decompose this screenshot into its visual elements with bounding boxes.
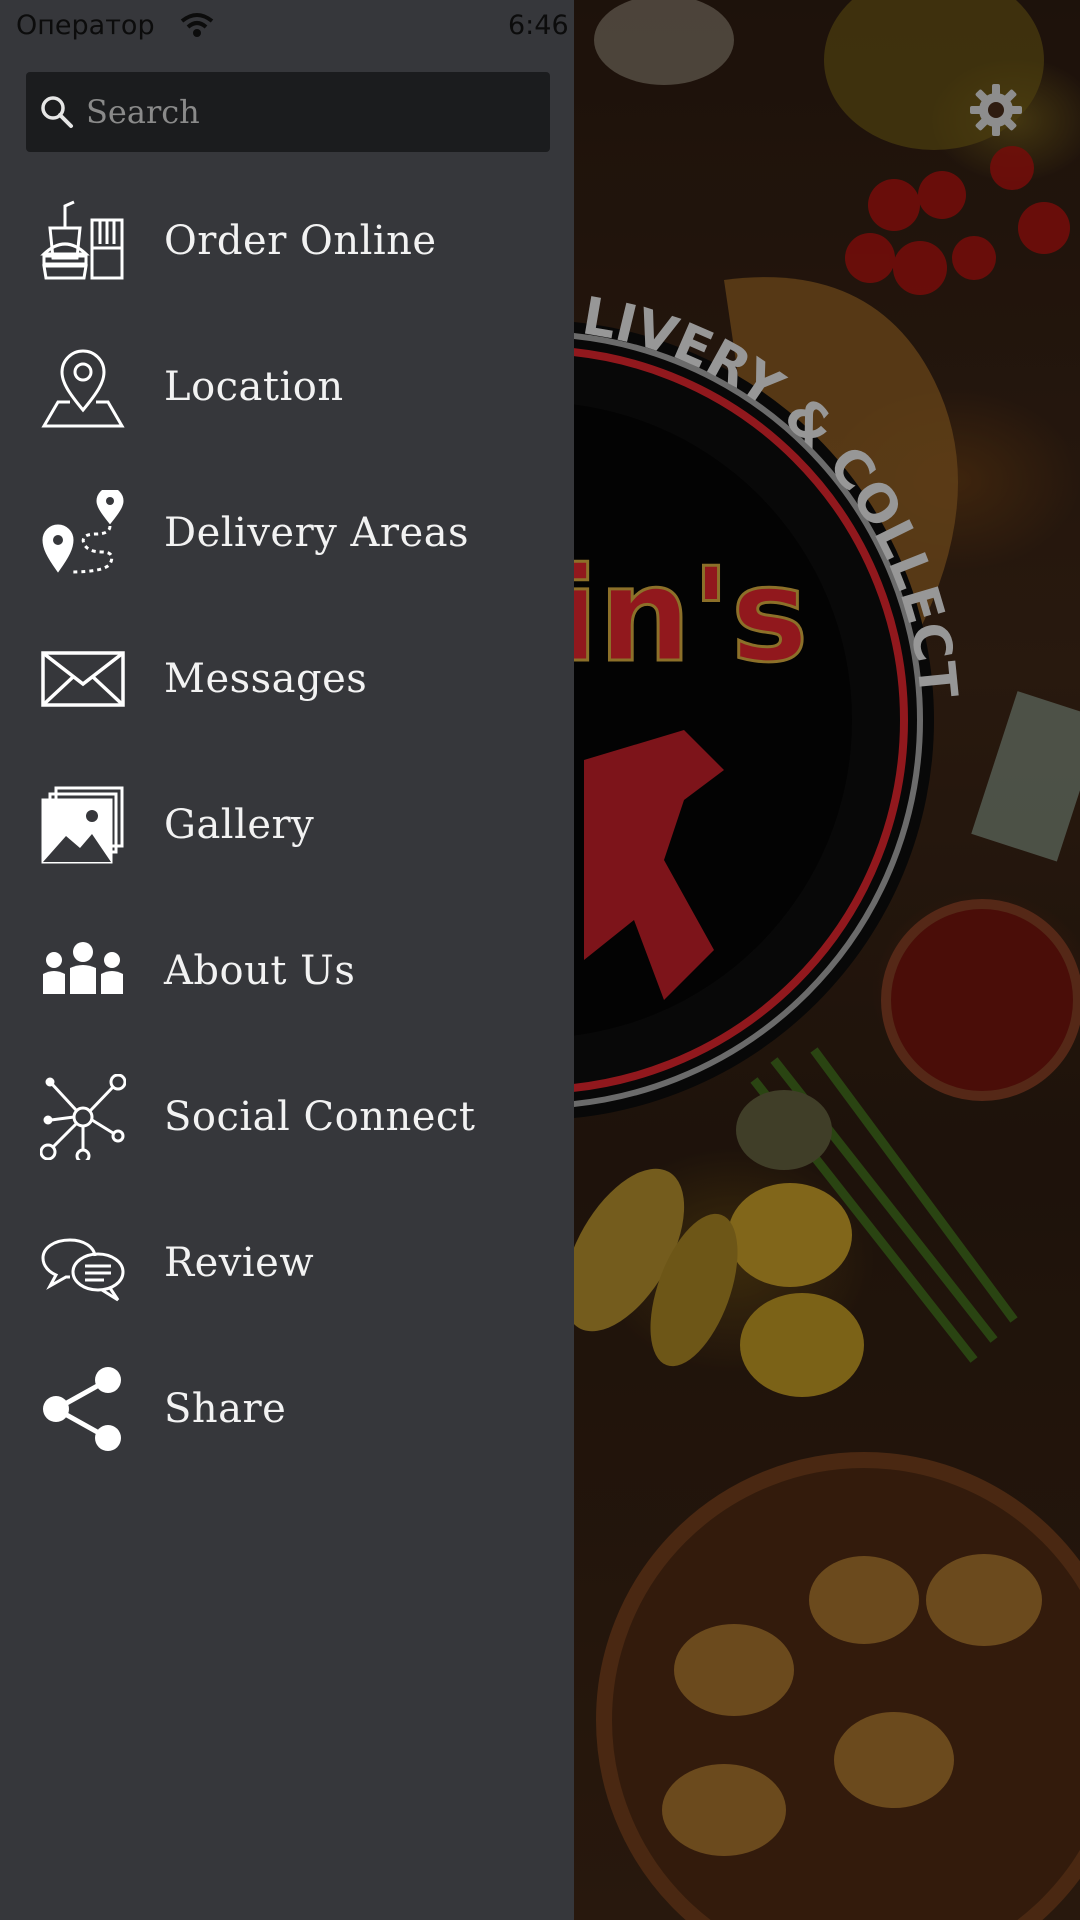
home-background: LIVERY & COLLECTION in's <box>574 0 1080 1920</box>
menu-item-label: Location <box>164 364 344 410</box>
chat-bubbles-icon <box>40 1220 126 1306</box>
search-icon <box>41 96 73 128</box>
menu-item-review[interactable]: Review <box>0 1190 574 1336</box>
food-background-image: LIVERY & COLLECTION in's <box>574 0 1080 1920</box>
menu-item-delivery-areas[interactable]: Delivery Areas <box>0 460 574 606</box>
logo-name-text: in's <box>574 539 808 691</box>
status-time: 6:46 <box>508 10 569 41</box>
map-pin-icon <box>40 344 126 430</box>
search-input[interactable] <box>84 92 528 132</box>
drawer-menu: Order Online Location Delivery Areas Mes… <box>0 168 574 1482</box>
team-icon <box>40 928 126 1014</box>
menu-item-label: Share <box>164 1386 287 1432</box>
menu-item-messages[interactable]: Messages <box>0 606 574 752</box>
menu-item-label: Social Connect <box>164 1094 476 1140</box>
wifi-icon <box>180 13 214 37</box>
menu-item-gallery[interactable]: Gallery <box>0 752 574 898</box>
settings-button[interactable] <box>968 82 1024 138</box>
gear-icon <box>970 84 1022 136</box>
menu-item-label: Review <box>164 1240 315 1286</box>
route-pins-icon <box>40 490 126 576</box>
menu-item-share[interactable]: Share <box>0 1336 574 1482</box>
menu-item-label: Order Online <box>164 218 437 264</box>
status-bar: Оператор 6:46 <box>0 0 574 56</box>
app-screen: LIVERY & COLLECTION in's <box>0 0 1080 1920</box>
menu-item-label: About Us <box>164 948 356 994</box>
menu-item-social-connect[interactable]: Social Connect <box>0 1044 574 1190</box>
menu-item-order-online[interactable]: Order Online <box>0 168 574 314</box>
search-bar[interactable] <box>26 72 550 152</box>
menu-item-location[interactable]: Location <box>0 314 574 460</box>
fast-food-icon <box>40 198 126 284</box>
menu-item-about-us[interactable]: About Us <box>0 898 574 1044</box>
carrier-name: Оператор <box>16 10 155 41</box>
side-drawer: Оператор 6:46 Search Order Online Locati… <box>0 0 574 1920</box>
envelope-icon <box>40 636 126 722</box>
menu-item-label: Gallery <box>164 802 315 848</box>
share-icon <box>40 1366 126 1452</box>
menu-item-label: Messages <box>164 656 368 702</box>
network-icon <box>40 1074 126 1160</box>
menu-item-label: Delivery Areas <box>164 510 470 556</box>
photos-icon <box>40 782 126 868</box>
